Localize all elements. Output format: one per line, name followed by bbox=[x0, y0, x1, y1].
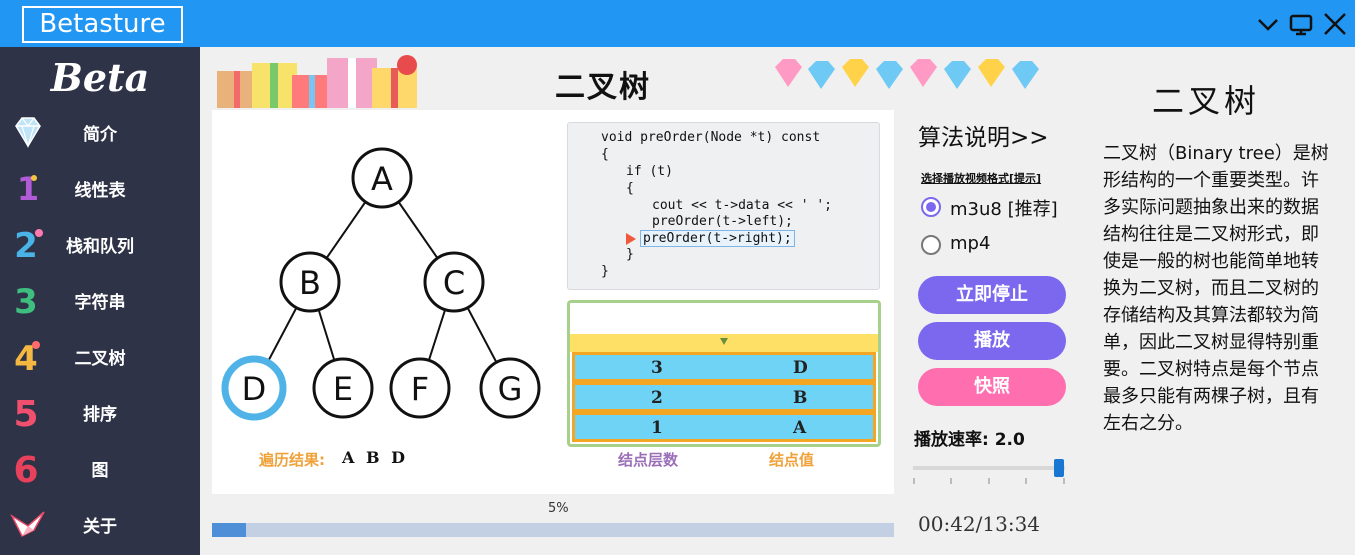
svg-text:F: F bbox=[411, 370, 429, 408]
traverse-label: 遍历结果: bbox=[259, 451, 325, 469]
stack-top bbox=[570, 334, 878, 352]
sidebar-item-about[interactable]: 关于 bbox=[0, 500, 200, 550]
progress-percent: 5% bbox=[548, 501, 569, 516]
code-line: if (t) bbox=[626, 164, 673, 179]
gems-decoration bbox=[775, 59, 1039, 89]
playback-time: 00:42/13:34 bbox=[918, 512, 1041, 536]
snapshot-button[interactable]: 快照 bbox=[918, 368, 1066, 406]
title-bar: Betasture bbox=[0, 0, 1355, 47]
code-line: cout << t->data << ' '; bbox=[652, 198, 833, 213]
svg-text:E: E bbox=[333, 370, 353, 408]
brand-logo: Beta bbox=[50, 55, 150, 100]
sidebar-item-string[interactable]: 3 字符串 bbox=[0, 276, 200, 326]
number-6-icon: 6 bbox=[8, 448, 48, 491]
progress-fill bbox=[212, 523, 247, 537]
app-logo: Betasture bbox=[22, 6, 183, 43]
sidebar-item-label: 栈和队列 bbox=[66, 237, 134, 257]
number-1-icon: 1 bbox=[8, 168, 48, 208]
sidebar-item-label: 排序 bbox=[83, 405, 117, 425]
sidebar-item-stack-queue[interactable]: 2 栈和队列 bbox=[0, 220, 200, 270]
sidebar-item-graph[interactable]: 6 图 bbox=[0, 444, 200, 494]
code-panel: void preOrder(Node *t) const { if (t) { … bbox=[567, 122, 880, 290]
speed-slider[interactable] bbox=[913, 466, 1065, 470]
tree-node-g: G bbox=[479, 357, 541, 419]
stack-pointer-icon bbox=[720, 338, 728, 345]
code-line: } bbox=[626, 247, 634, 262]
code-line: preOrder(t->left); bbox=[652, 214, 793, 229]
stack-level: 1 bbox=[651, 418, 663, 438]
speed-label: 播放速率: 2.0 bbox=[914, 430, 1025, 450]
sidebar-item-label: 字符串 bbox=[74, 293, 126, 313]
format-label[interactable]: 选择播放视频格式[提示] bbox=[921, 170, 1041, 186]
stack-row: 2 B bbox=[572, 382, 876, 412]
info-title: 二叉树 bbox=[1152, 82, 1261, 120]
svg-text:5: 5 bbox=[13, 394, 38, 432]
diamond-icon bbox=[8, 112, 48, 152]
tree-node-b: B bbox=[279, 251, 341, 313]
svg-text:2: 2 bbox=[14, 226, 38, 264]
svg-text:3: 3 bbox=[14, 282, 38, 320]
format-label-mp4[interactable]: mp4 bbox=[950, 233, 990, 254]
stack-value: B bbox=[793, 388, 808, 408]
info-text: 二叉树（Binary tree）是树形结构的一个重要类型。许多实际问题抽象出来的… bbox=[1103, 143, 1329, 434]
speed-slider-ticks bbox=[913, 478, 1065, 484]
tree-node-a: A bbox=[351, 147, 413, 209]
format-radio-mp4[interactable] bbox=[921, 235, 941, 255]
sidebar-item-label: 线性表 bbox=[74, 181, 126, 201]
sidebar-item-binary-tree[interactable]: 4 二叉树 bbox=[0, 332, 200, 382]
algorithm-description-link[interactable]: 算法说明>> bbox=[918, 118, 1049, 152]
code-line: void preOrder(Node *t) const bbox=[601, 130, 821, 145]
chevron-down-icon[interactable] bbox=[1254, 10, 1282, 38]
play-button[interactable]: 播放 bbox=[918, 322, 1066, 360]
format-radio-m3u8[interactable] bbox=[921, 197, 941, 217]
stack-level: 2 bbox=[651, 388, 663, 408]
stack-level: 3 bbox=[651, 358, 663, 378]
svg-text:A: A bbox=[371, 160, 393, 198]
svg-text:C: C bbox=[443, 264, 465, 302]
sidebar-item-label: 简介 bbox=[83, 125, 117, 145]
sidebar-item-intro[interactable]: 简介 bbox=[0, 108, 200, 158]
gift-boxes-decoration bbox=[217, 55, 417, 108]
number-2-icon: 2 bbox=[8, 224, 48, 266]
stop-button[interactable]: 立即停止 bbox=[918, 276, 1066, 314]
code-line-current: preOrder(t->right); bbox=[640, 230, 795, 247]
code-line: { bbox=[601, 147, 609, 162]
stack-row: 1 A bbox=[572, 412, 876, 442]
sidebar-item-sort[interactable]: 5 排序 bbox=[0, 388, 200, 438]
monitor-icon[interactable] bbox=[1287, 10, 1315, 38]
legend-node-value: 结点值 bbox=[769, 451, 815, 469]
tree-node-d: D bbox=[221, 355, 287, 421]
svg-text:G: G bbox=[498, 370, 523, 408]
stack-row: 3 D bbox=[572, 352, 876, 382]
svg-text:B: B bbox=[299, 264, 321, 302]
speed-slider-thumb[interactable] bbox=[1054, 459, 1064, 477]
svg-text:6: 6 bbox=[13, 450, 38, 488]
stack-panel: 3 D 2 B 1 A bbox=[567, 300, 881, 447]
sidebar: Beta 简介 1 线性表 2 栈和队列 3 字符串 4 二叉树 5 排序 6 … bbox=[0, 47, 200, 555]
sidebar-item-linear-list[interactable]: 1 线性表 bbox=[0, 164, 200, 214]
code-line: } bbox=[601, 264, 609, 279]
progress-bar[interactable] bbox=[212, 523, 894, 537]
sidebar-item-label: 关于 bbox=[83, 517, 117, 537]
legend-node-level: 结点层数 bbox=[618, 451, 679, 469]
stack-value: A bbox=[793, 418, 807, 438]
tree-node-c: C bbox=[423, 251, 485, 313]
number-5-icon: 5 bbox=[8, 392, 48, 435]
current-line-arrow-icon bbox=[626, 233, 636, 245]
binary-tree: A B C D E F G bbox=[221, 147, 541, 421]
sidebar-item-label: 图 bbox=[91, 461, 109, 481]
origami-bird-icon bbox=[8, 504, 48, 544]
stack-value: D bbox=[793, 358, 808, 378]
svg-text:D: D bbox=[242, 370, 267, 408]
traverse-value: A B D bbox=[342, 448, 405, 467]
close-icon[interactable] bbox=[1321, 10, 1349, 38]
format-label-m3u8[interactable]: m3u8 [推荐] bbox=[950, 195, 1058, 221]
number-4-icon: 4 bbox=[8, 336, 48, 379]
number-3-icon: 3 bbox=[8, 280, 48, 322]
code-line: { bbox=[626, 181, 634, 196]
tree-node-e: E bbox=[312, 357, 374, 419]
page-title: 二叉树 bbox=[555, 70, 651, 105]
sidebar-item-label: 二叉树 bbox=[74, 349, 126, 369]
tree-node-f: F bbox=[389, 357, 451, 419]
